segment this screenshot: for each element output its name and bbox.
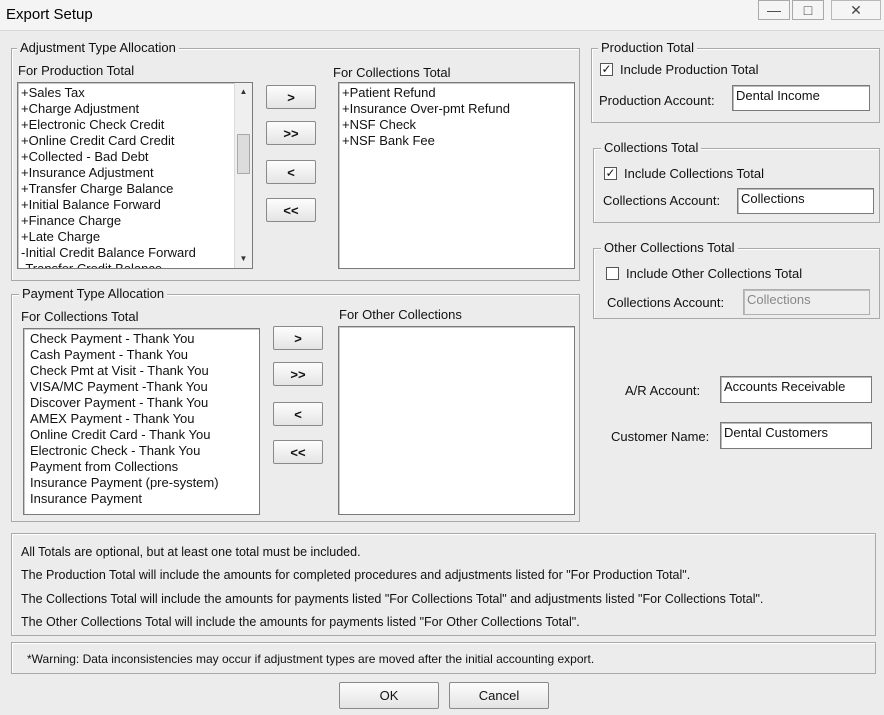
scroll-down-icon[interactable]: ▼ xyxy=(236,251,251,266)
production-account-input[interactable]: Dental Income xyxy=(732,85,870,111)
list-item[interactable]: Insurance Payment (pre-system) xyxy=(30,475,259,491)
maximize-button[interactable]: □ xyxy=(792,0,824,20)
list-item[interactable]: Check Pmt at Visit - Thank You xyxy=(30,363,259,379)
window-title: Export Setup xyxy=(6,6,93,23)
ar-account-label: A/R Account: xyxy=(625,383,701,398)
production-list-scrollbar[interactable]: ▲ ▼ xyxy=(234,83,252,268)
payment-collections-list[interactable]: Check Payment - Thank You Cash Payment - … xyxy=(23,328,260,515)
for-collections-total-label: For Collections Total xyxy=(333,65,451,80)
title-bar xyxy=(0,0,884,31)
list-item[interactable]: Check Payment - Thank You xyxy=(30,331,259,347)
list-item[interactable]: +Collected - Bad Debt xyxy=(21,149,252,165)
move-all-payments-button[interactable]: >> xyxy=(273,362,323,386)
ar-account-input[interactable]: Accounts Receivable xyxy=(720,376,872,403)
include-collections-label: Include Collections Total xyxy=(624,166,764,181)
list-item[interactable]: +Late Charge xyxy=(21,229,252,245)
other-collections-account-input: Collections xyxy=(743,289,870,315)
scrollbar-thumb[interactable] xyxy=(237,134,250,174)
list-item[interactable]: +NSF Check xyxy=(342,117,574,133)
close-icon: ✕ xyxy=(850,1,862,18)
customer-name-input[interactable]: Dental Customers xyxy=(720,422,872,449)
production-adjustments-list[interactable]: +Sales Tax +Charge Adjustment +Electronic … xyxy=(17,82,253,269)
include-production-checkbox[interactable]: ✓ xyxy=(600,63,613,76)
move-all-adjustments-button[interactable]: >> xyxy=(266,121,316,145)
list-item[interactable]: +Online Credit Card Credit xyxy=(21,133,252,149)
adjustment-type-legend: Adjustment Type Allocation xyxy=(17,40,179,55)
list-item[interactable]: Payment from Collections xyxy=(30,459,259,475)
list-item[interactable]: +Charge Adjustment xyxy=(21,101,252,117)
list-item[interactable]: +Insurance Over-pmt Refund xyxy=(342,101,574,117)
collections-account-input[interactable]: Collections xyxy=(737,188,874,214)
note-line: All Totals are optional, but at least on… xyxy=(21,545,361,559)
check-icon: ✓ xyxy=(601,62,612,76)
payment-type-legend: Payment Type Allocation xyxy=(19,286,168,301)
list-item[interactable]: +Sales Tax xyxy=(21,85,252,101)
for-production-total-label: For Production Total xyxy=(18,63,135,78)
note-line: The Production Total will include the am… xyxy=(21,568,691,582)
note-line: The Collections Total will include the a… xyxy=(21,592,764,606)
list-item[interactable]: Electronic Check - Thank You xyxy=(30,443,259,459)
list-item[interactable]: +NSF Bank Fee xyxy=(342,133,574,149)
cancel-button[interactable]: Cancel xyxy=(449,682,549,709)
minimize-button[interactable]: — xyxy=(758,0,790,20)
remove-all-adjustments-button[interactable]: << xyxy=(266,198,316,222)
remove-payment-button[interactable]: < xyxy=(273,402,323,426)
remove-adjustment-button[interactable]: < xyxy=(266,160,316,184)
list-item[interactable]: +Electronic Check Credit xyxy=(21,117,252,133)
other-collections-account-label: Collections Account: xyxy=(607,295,725,310)
list-item[interactable]: Online Credit Card - Thank You xyxy=(30,427,259,443)
remove-all-payments-button[interactable]: << xyxy=(273,440,323,464)
production-account-label: Production Account: xyxy=(599,93,715,108)
maximize-icon: □ xyxy=(803,2,813,18)
list-item[interactable]: -Initial Credit Balance Forward xyxy=(21,245,252,261)
note-line: The Other Collections Total will include… xyxy=(21,615,580,629)
list-item[interactable]: +Initial Balance Forward xyxy=(21,197,252,213)
other-collections-list[interactable] xyxy=(338,326,575,515)
list-item[interactable]: +Patient Refund xyxy=(342,85,574,101)
other-collections-total-legend: Other Collections Total xyxy=(601,240,738,255)
list-item[interactable]: Discover Payment - Thank You xyxy=(30,395,259,411)
check-icon: ✓ xyxy=(605,166,616,180)
include-collections-checkbox[interactable]: ✓ xyxy=(604,167,617,180)
list-item[interactable]: VISA/MC Payment -Thank You xyxy=(30,379,259,395)
list-item[interactable]: +Insurance Adjustment xyxy=(21,165,252,181)
list-item[interactable]: AMEX Payment - Thank You xyxy=(30,411,259,427)
collections-adjustments-list[interactable]: +Patient Refund +Insurance Over-pmt Refun… xyxy=(338,82,575,269)
include-production-label: Include Production Total xyxy=(620,62,759,77)
move-payment-button[interactable]: > xyxy=(273,326,323,350)
close-button[interactable]: ✕ xyxy=(831,0,881,20)
list-item[interactable]: +Finance Charge xyxy=(21,213,252,229)
scroll-up-icon[interactable]: ▲ xyxy=(236,84,251,99)
list-item[interactable]: Insurance Payment xyxy=(30,491,259,507)
list-item[interactable]: +Transfer Charge Balance xyxy=(21,181,252,197)
collections-total-legend: Collections Total xyxy=(601,140,702,155)
ok-button[interactable]: OK xyxy=(339,682,439,709)
payment-collections-label: For Collections Total xyxy=(21,309,139,324)
include-other-collections-label: Include Other Collections Total xyxy=(626,266,803,281)
minimize-icon: — xyxy=(767,2,781,18)
for-other-collections-label: For Other Collections xyxy=(339,307,462,322)
include-other-collections-checkbox[interactable] xyxy=(606,267,619,280)
customer-name-label: Customer Name: xyxy=(611,429,710,444)
collections-account-label: Collections Account: xyxy=(603,193,721,208)
warning-text: *Warning: Data inconsistencies may occur… xyxy=(27,652,595,666)
production-total-legend: Production Total xyxy=(598,40,697,55)
move-adjustment-button[interactable]: > xyxy=(266,85,316,109)
list-item[interactable]: -Transfer Credit Balance xyxy=(21,261,252,268)
list-item[interactable]: Cash Payment - Thank You xyxy=(30,347,259,363)
